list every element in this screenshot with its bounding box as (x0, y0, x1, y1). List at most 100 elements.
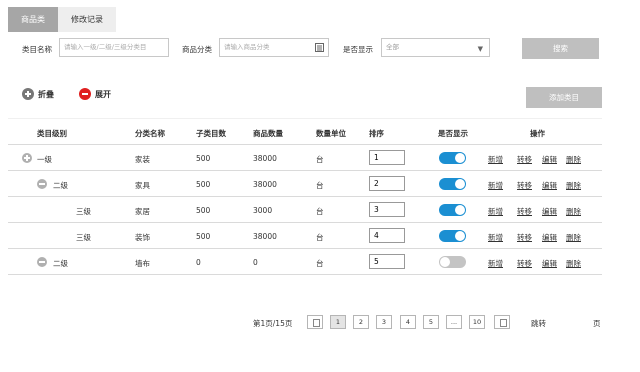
cell-name: 装饰 (135, 233, 150, 242)
page-ellipsis: ... (446, 315, 462, 329)
cell-unit: 台 (316, 181, 324, 190)
cell-unit: 台 (316, 233, 324, 242)
display-label: 是否显示 (343, 45, 373, 54)
tab-change-log[interactable]: 修改记录 (58, 7, 116, 32)
header-children: 子类目数 (196, 129, 226, 138)
edit-link[interactable]: 编辑 (542, 232, 557, 243)
add-link[interactable]: 新增 (488, 154, 503, 165)
cell-level: 三级 (76, 207, 91, 216)
add-link[interactable]: 新增 (488, 258, 503, 269)
edit-link[interactable]: 编辑 (542, 258, 557, 269)
product-category-label: 商品分类 (182, 45, 212, 54)
move-link[interactable]: 转移 (517, 232, 532, 243)
cell-name: 家居 (135, 207, 150, 216)
page-button[interactable]: 4 (400, 315, 416, 329)
toggle-knob (455, 153, 465, 163)
page-unit-label: 页 (593, 319, 601, 328)
visible-toggle[interactable] (439, 256, 466, 268)
sort-input[interactable]: 1 (369, 150, 405, 165)
add-link[interactable]: 新增 (488, 232, 503, 243)
cell-children: 500 (196, 232, 211, 241)
jump-button[interactable]: 跳转 (531, 318, 546, 329)
delete-link[interactable]: 删除 (566, 180, 581, 191)
visible-toggle[interactable] (439, 230, 466, 242)
page-button[interactable]: 5 (423, 315, 439, 329)
move-link[interactable]: 转移 (517, 206, 532, 217)
delete-link[interactable]: 删除 (566, 258, 581, 269)
category-picker-icon[interactable] (315, 43, 324, 52)
header-name: 分类名称 (135, 129, 165, 138)
edit-link[interactable]: 编辑 (542, 154, 557, 165)
header-level: 类目级别 (37, 129, 67, 138)
cell-children: 500 (196, 154, 211, 163)
tree-toggle-icon[interactable] (37, 257, 47, 267)
header-actions: 操作 (530, 129, 545, 138)
expand-label: 展开 (95, 89, 111, 99)
sort-input[interactable]: 4 (369, 228, 405, 243)
prev-page-icon[interactable] (307, 315, 323, 329)
cell-children: 500 (196, 206, 211, 215)
cell-level: 一级 (37, 155, 52, 164)
expand-all-button[interactable]: 展开 (79, 87, 111, 101)
expand-icon (79, 88, 91, 100)
table-row: 二级 家具 500 38000 台 2 新增 转移 编辑 删除 (8, 171, 602, 197)
header-visible: 是否显示 (438, 129, 468, 138)
collapse-label: 折叠 (38, 89, 54, 99)
cell-level: 二级 (53, 181, 68, 190)
cell-name: 家具 (135, 181, 150, 190)
move-link[interactable]: 转移 (517, 154, 532, 165)
header-count: 商品数量 (253, 129, 283, 138)
display-select[interactable]: 全部 ▼ (381, 38, 490, 57)
display-select-value: 全部 (386, 43, 399, 51)
page-button[interactable]: 3 (376, 315, 392, 329)
tab-product-category[interactable]: 商品类 (8, 7, 58, 32)
header-sort: 排序 (369, 129, 384, 138)
sort-input[interactable]: 5 (369, 254, 405, 269)
table-row: 三级 装饰 500 38000 台 4 新增 转移 编辑 删除 (8, 223, 602, 249)
collapse-icon (22, 88, 34, 100)
visible-toggle[interactable] (439, 178, 466, 190)
add-link[interactable]: 新增 (488, 206, 503, 217)
table-row: 三级 家居 500 3000 台 3 新增 转移 编辑 删除 (8, 197, 602, 223)
sort-input[interactable]: 3 (369, 202, 405, 217)
cell-level: 三级 (76, 233, 91, 242)
cell-count: 38000 (253, 232, 277, 241)
edit-link[interactable]: 编辑 (542, 206, 557, 217)
move-link[interactable]: 转移 (517, 258, 532, 269)
add-link[interactable]: 新增 (488, 180, 503, 191)
delete-link[interactable]: 删除 (566, 206, 581, 217)
cell-unit: 台 (316, 207, 324, 216)
tree-toggle-icon[interactable] (22, 153, 32, 163)
product-category-placeholder: 请输入商品分类 (224, 43, 270, 51)
delete-link[interactable]: 删除 (566, 232, 581, 243)
cell-count: 38000 (253, 180, 277, 189)
table-header: 类目级别 分类名称 子类目数 商品数量 数量单位 排序 是否显示 操作 (8, 118, 602, 145)
cell-count: 3000 (253, 206, 273, 215)
cell-name: 家装 (135, 155, 150, 164)
page-button[interactable]: 10 (469, 315, 485, 329)
collapse-all-button[interactable]: 折叠 (22, 87, 54, 101)
move-link[interactable]: 转移 (517, 180, 532, 191)
edit-link[interactable]: 编辑 (542, 180, 557, 191)
toggle-knob (455, 205, 465, 215)
page-button[interactable]: 1 (330, 315, 346, 329)
search-button[interactable]: 搜索 (522, 38, 599, 59)
add-category-button[interactable]: 添加类目 (526, 87, 602, 108)
cell-children: 500 (196, 180, 211, 189)
visible-toggle[interactable] (439, 204, 466, 216)
sort-input[interactable]: 2 (369, 176, 405, 191)
toggle-knob (455, 231, 465, 241)
cell-children: 0 (196, 258, 201, 267)
tree-toggle-icon[interactable] (37, 179, 47, 189)
cell-level: 二级 (53, 259, 68, 268)
delete-link[interactable]: 删除 (566, 154, 581, 165)
filter-bar: 类目名称 请输入一级/二级/三级分类目 商品分类 请输入商品分类 是否显示 全部… (0, 38, 640, 62)
page-button[interactable]: 2 (353, 315, 369, 329)
category-name-input[interactable]: 请输入一级/二级/三级分类目 (59, 38, 169, 57)
category-table: 类目级别 分类名称 子类目数 商品数量 数量单位 排序 是否显示 操作 一级 家… (8, 118, 602, 275)
table-row: 二级 墙布 0 0 台 5 新增 转移 编辑 删除 (8, 249, 602, 275)
product-category-input[interactable]: 请输入商品分类 (219, 38, 329, 57)
tab-bar: 商品类 修改记录 (8, 7, 116, 32)
visible-toggle[interactable] (439, 152, 466, 164)
next-page-icon[interactable] (494, 315, 510, 329)
